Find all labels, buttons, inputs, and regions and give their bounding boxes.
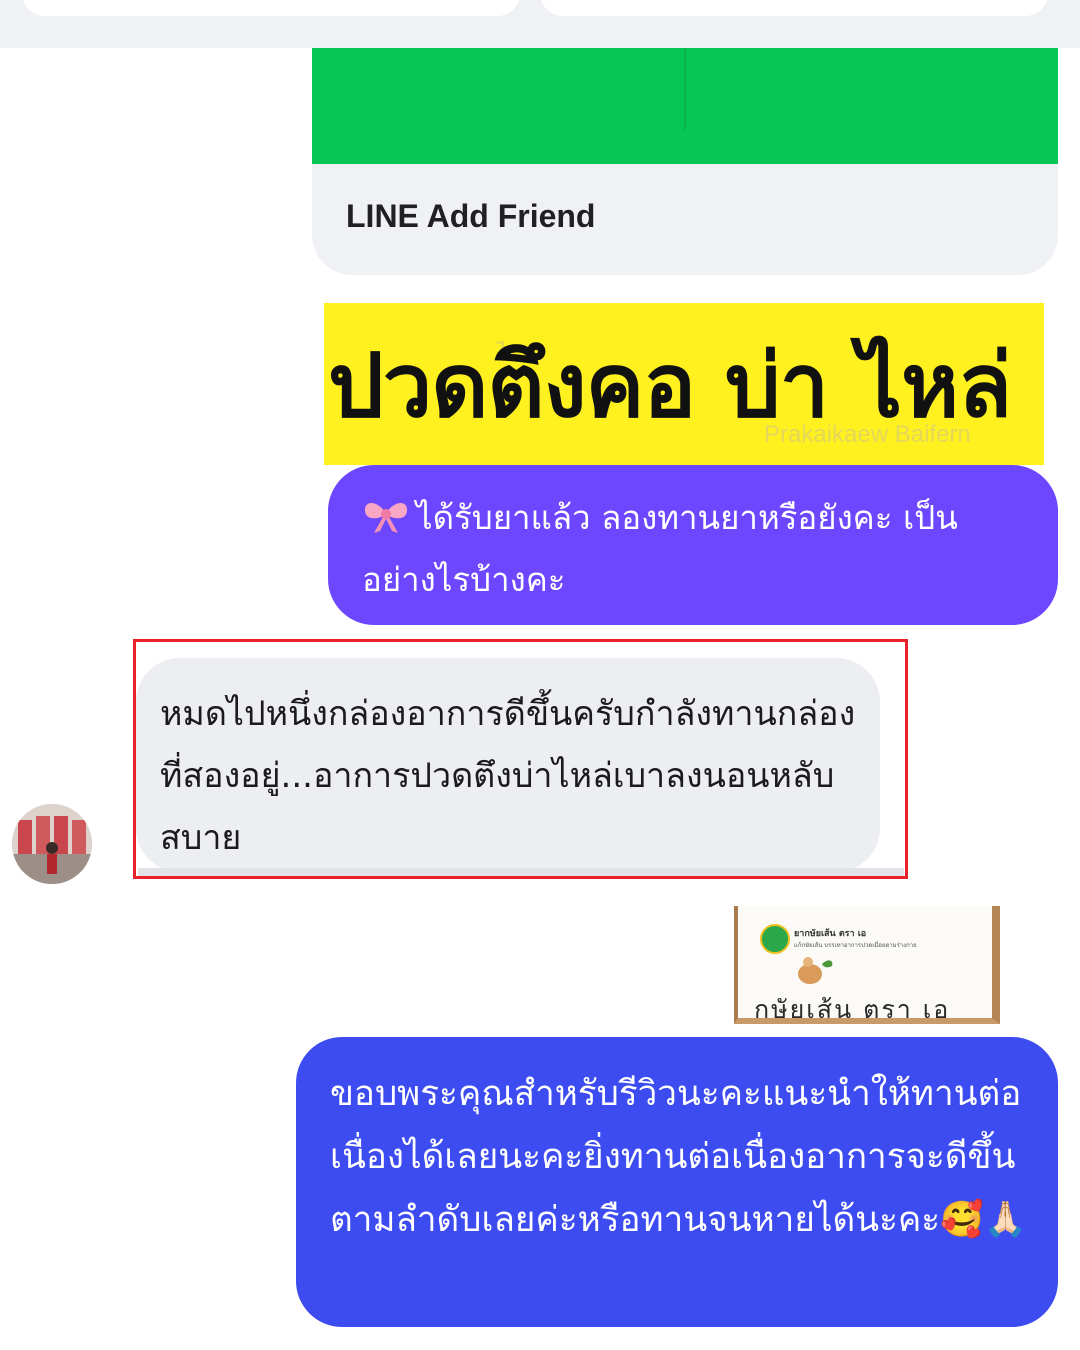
headline-banner: 1 Prakaikaew Baifern ปวดตึงคอ บ่า ไหล่ xyxy=(324,303,1044,465)
message-text: ขอบพระคุณสำหรับรีวิวนะคะแนะนำให้ทานต่อเน… xyxy=(330,1074,1028,1240)
product-subtitle: แก้กษัยเส้น บรรเทาอาการปวดเมื่อยตามร่างก… xyxy=(794,942,917,949)
brand-logo-icon xyxy=(760,924,790,954)
top-button-left[interactable] xyxy=(22,0,520,16)
banner-divider xyxy=(684,48,686,130)
customer-avatar[interactable] xyxy=(12,804,92,884)
line-add-friend-card[interactable]: LINE Add Friend xyxy=(312,48,1058,275)
ribbon-bow-icon xyxy=(364,503,408,533)
shop-reply-bubble[interactable]: ขอบพระคุณสำหรับรีวิวนะคะแนะนำให้ทานต่อเน… xyxy=(296,1037,1058,1327)
line-card-title: LINE Add Friend xyxy=(346,198,596,234)
shop-message-bubble[interactable]: ได้รับยาแล้ว ลองทานยาหรือยังคะ เป็นอย่าง… xyxy=(328,465,1058,625)
top-bar xyxy=(0,0,1080,48)
product-image[interactable]: ยากษัยเส้น ตรา เอ แก้กษัยเส้น บรรเทาอากา… xyxy=(734,900,1008,1026)
avatar-photo-icon xyxy=(12,804,92,884)
product-box: ยากษัยเส้น ตรา เอ แก้กษัยเส้น บรรเทาอากา… xyxy=(734,906,1000,1024)
herb-illustration-icon xyxy=(798,957,833,984)
message-text: ได้รับยาแล้ว ลองทานยาหรือยังคะ เป็นอย่าง… xyxy=(362,498,958,599)
product-name: กษัยเส้น ตรา เอ xyxy=(754,995,951,1024)
top-button-right[interactable] xyxy=(540,0,1048,16)
product-brand: ยากษัยเส้น ตรา เอ xyxy=(794,929,867,939)
highlight-box xyxy=(133,639,908,879)
headline-text: ปวดตึงคอ บ่า ไหล่ xyxy=(328,334,1012,437)
